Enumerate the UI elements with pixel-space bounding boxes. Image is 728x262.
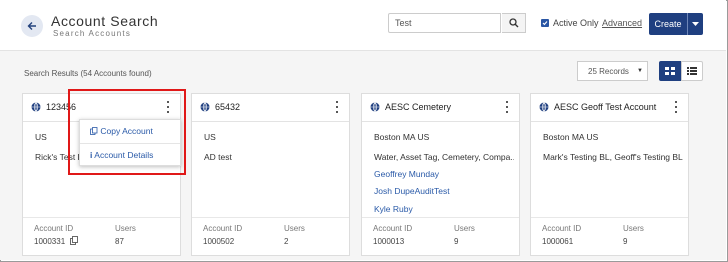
kebab-menu-icon[interactable]: [505, 101, 509, 113]
account-id-label: Account ID: [34, 224, 74, 233]
account-location: Boston MA US: [543, 132, 599, 142]
search-input[interactable]: [388, 13, 501, 33]
card-header: AESC Geoff Test Account: [531, 94, 688, 122]
account-id-label: Account ID: [542, 224, 582, 233]
account-card[interactable]: 65432 US AD test Account ID 1000502 User…: [191, 93, 350, 256]
caret-down-icon: [692, 21, 699, 26]
back-button[interactable]: [21, 15, 43, 37]
account-id-label: Account ID: [373, 224, 413, 233]
account-business-lines: Mark's Testing BL, Geoff's Testing BL: [543, 152, 683, 162]
kebab-menu-icon[interactable]: [335, 101, 339, 113]
account-card[interactable]: AESC Cemetery Boston MA US Water, Asset …: [361, 93, 520, 256]
search-icon: [508, 18, 518, 28]
advanced-search-link[interactable]: Advanced: [602, 18, 642, 28]
active-only-checkbox[interactable]: [541, 19, 549, 27]
users-count: 9: [454, 237, 459, 246]
account-business-lines: Water, Asset Tag, Cemetery, Compa...: [374, 152, 514, 162]
card-footer: Account ID 1000013 Users 9: [362, 217, 519, 255]
account-business-lines: AD test: [204, 152, 232, 162]
page-title: Account Search: [51, 13, 159, 29]
grid-view-button[interactable]: [659, 61, 681, 81]
globe-icon: [539, 102, 549, 112]
account-location: US: [35, 132, 47, 142]
grid-icon: [665, 67, 675, 75]
account-card[interactable]: AESC Geoff Test Account Boston MA US Mar…: [530, 93, 689, 256]
results-count: Search Results (54 Accounts found): [24, 69, 152, 78]
search-button[interactable]: [502, 13, 526, 33]
card-footer: Account ID 1000061 Users 9: [531, 217, 688, 255]
account-location: Boston MA US: [374, 132, 430, 142]
page-header: Account Search Search Accounts Active On…: [0, 0, 726, 51]
arrow-left-icon: [27, 22, 36, 30]
contact-link[interactable]: Kyle Ruby: [374, 204, 413, 214]
copy-icon[interactable]: [70, 236, 78, 245]
users-count: 2: [284, 237, 289, 246]
account-name[interactable]: AESC Cemetery: [385, 102, 451, 112]
contact-link[interactable]: Josh DupeAuditTest: [374, 186, 450, 196]
records-per-page-select[interactable]: 25 Records ▼: [577, 61, 648, 81]
globe-icon: [31, 102, 41, 112]
globe-icon: [200, 102, 210, 112]
account-id-value: 1000061: [542, 237, 574, 246]
highlight-annotation: [68, 89, 186, 175]
account-id-label: Account ID: [203, 224, 243, 233]
list-view-button[interactable]: [681, 61, 703, 81]
users-label: Users: [454, 224, 475, 233]
active-only-label[interactable]: Active Only: [553, 18, 599, 28]
card-header: AESC Cemetery: [362, 94, 519, 122]
account-name[interactable]: 65432: [215, 102, 240, 112]
create-button[interactable]: Create: [649, 13, 687, 35]
kebab-menu-icon[interactable]: [674, 101, 678, 113]
card-footer: Account ID 1000502 Users 2: [192, 217, 349, 255]
checkmark-icon: [542, 21, 548, 26]
caret-down-icon: ▼: [637, 68, 643, 74]
records-select-value: 25 Records: [588, 66, 629, 76]
users-label: Users: [115, 224, 136, 233]
account-id-value: 1000502: [203, 237, 235, 246]
card-header: 65432: [192, 94, 349, 122]
users-count: 9: [623, 237, 628, 246]
account-name[interactable]: AESC Geoff Test Account: [554, 102, 656, 112]
account-id-value: 1000013: [373, 237, 405, 246]
users-label: Users: [623, 224, 644, 233]
users-count: 87: [115, 237, 124, 246]
globe-icon: [370, 102, 380, 112]
card-footer: Account ID 1000331 Users 87: [23, 217, 180, 255]
page-subtitle: Search Accounts: [53, 29, 132, 38]
contact-link[interactable]: Geoffrey Munday: [374, 169, 439, 179]
list-icon: [687, 67, 697, 75]
create-dropdown-toggle[interactable]: [687, 13, 703, 35]
account-id-value: 1000331: [34, 237, 66, 246]
account-location: US: [204, 132, 216, 142]
users-label: Users: [284, 224, 305, 233]
